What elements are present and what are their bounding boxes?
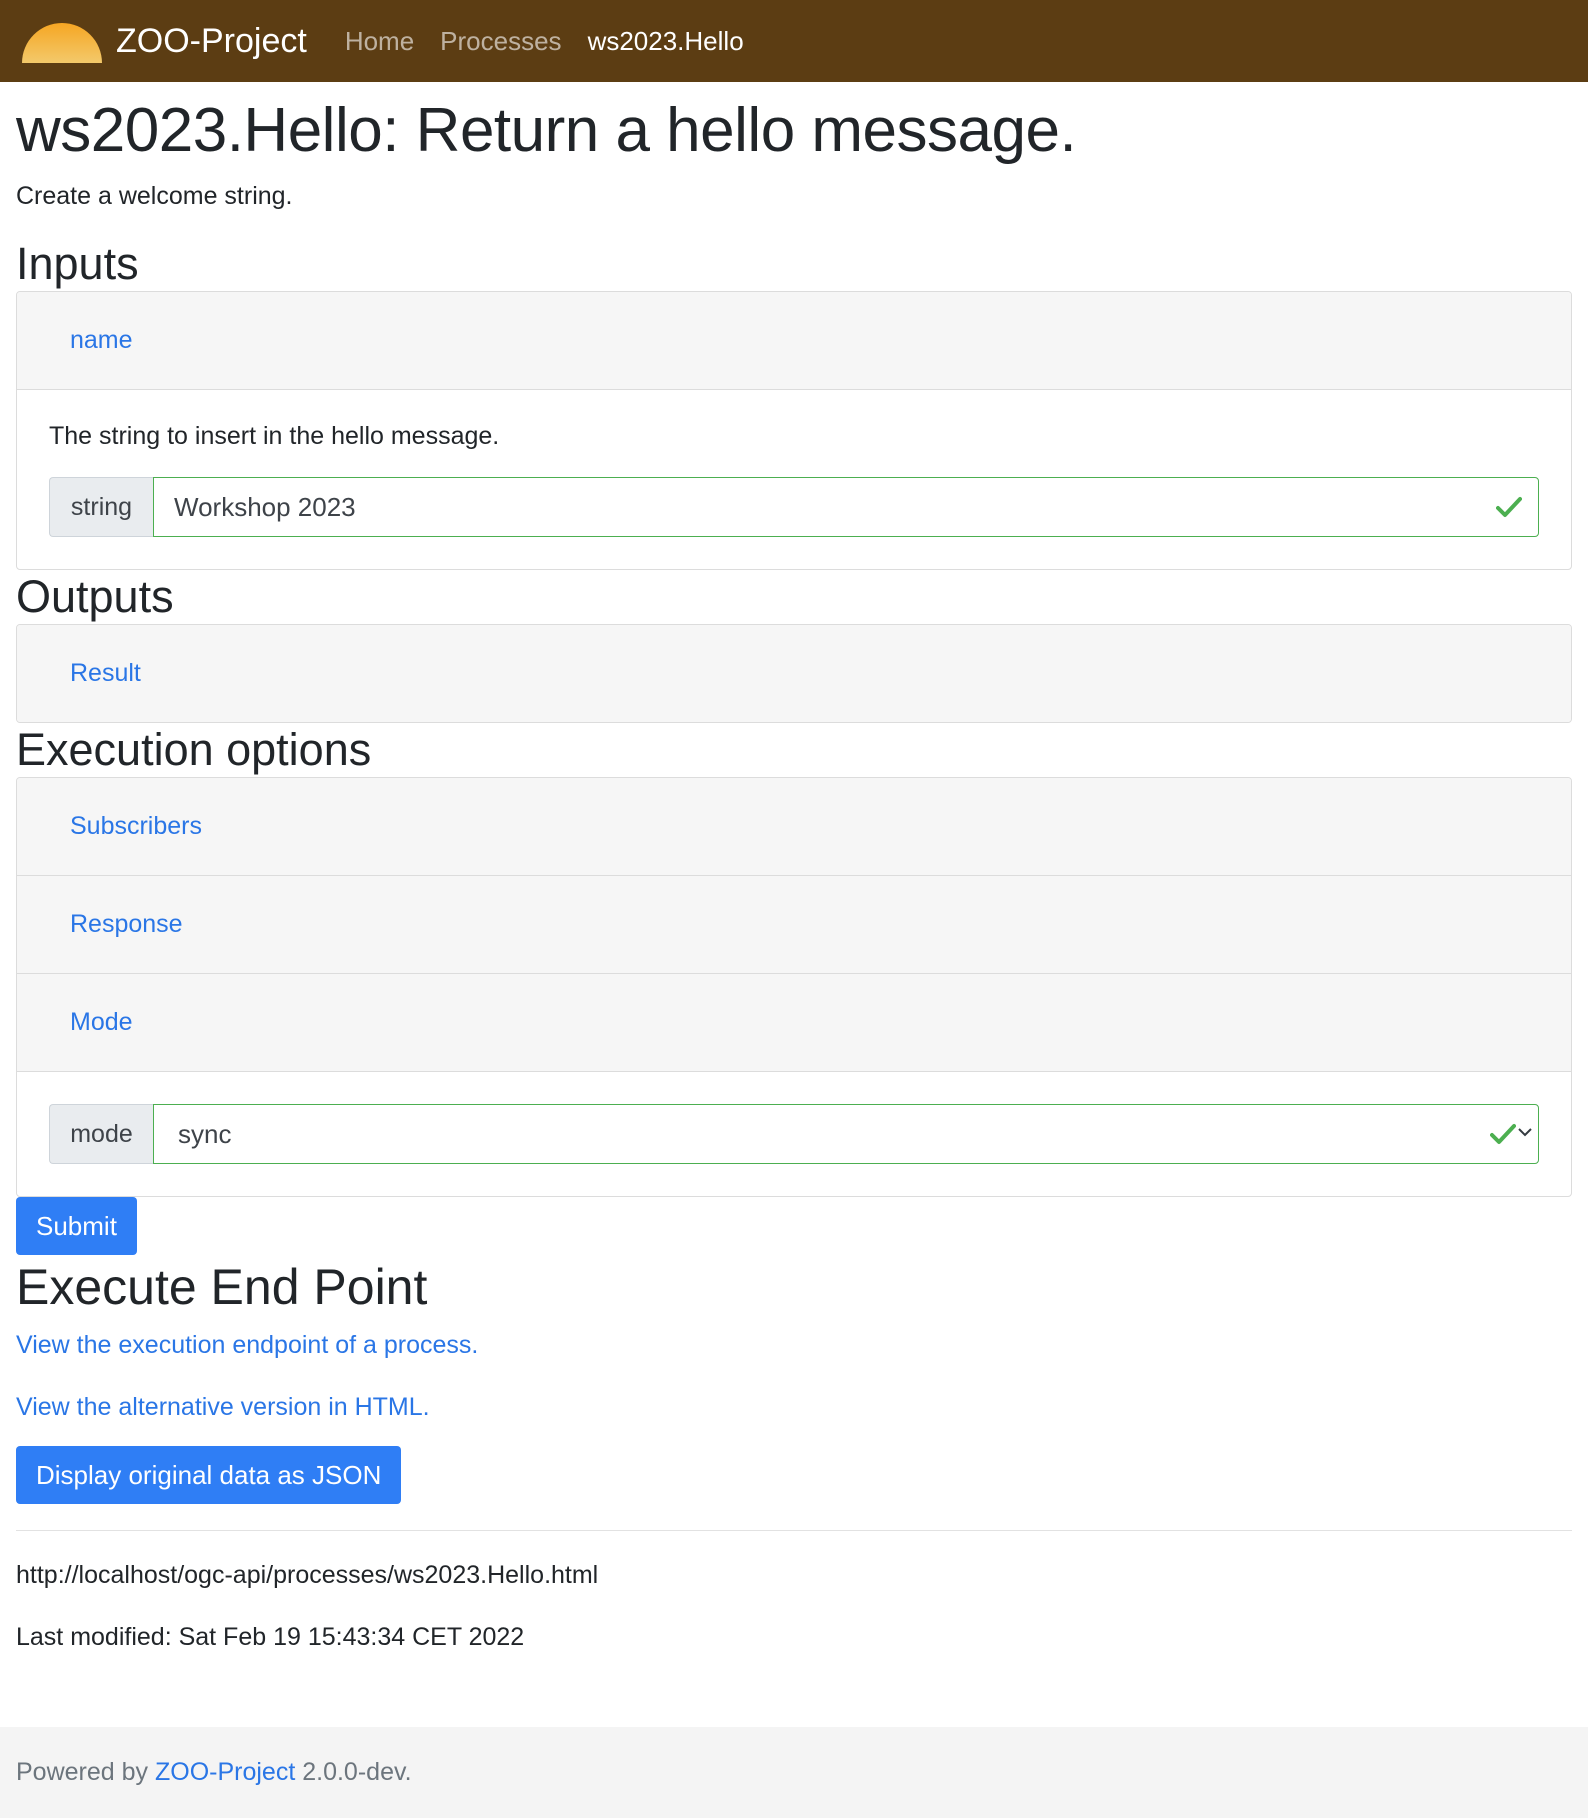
footer-zoo-link[interactable]: ZOO-Project [155, 1758, 295, 1787]
mode-input-group: mode sync [49, 1104, 1539, 1165]
accordion-item-result[interactable]: Result [17, 625, 1571, 723]
execute-endpoint-heading: Execute End Point [16, 1259, 428, 1316]
submit-button[interactable]: Submit [16, 1197, 137, 1256]
accordion-body-mode: mode sync [17, 1071, 1571, 1196]
page-description: Create a welcome string. [16, 182, 293, 211]
footer-version: 2.0.0-dev. [302, 1758, 412, 1786]
nav-processes-link[interactable]: Processes [440, 26, 561, 57]
main-content: ws2023.Hello: Return a hello message. Cr… [0, 94, 1588, 1652]
accordion-item-name[interactable]: name [17, 292, 1571, 390]
accordion-item-subscribers[interactable]: Subscribers [17, 778, 1571, 876]
nav-home-link[interactable]: Home [345, 26, 414, 57]
display-json-button[interactable]: Display original data as JSON [16, 1446, 402, 1505]
footer: Powered by ZOO-Project 2.0.0-dev. [0, 1727, 1588, 1818]
inputs-accordion: name The string to insert in the hello m… [16, 291, 1572, 571]
execution-accordion: Subscribers Response Mode mode sync [16, 777, 1572, 1198]
mode-select[interactable]: sync [153, 1104, 1539, 1165]
top-navbar: ZOO-Project Home Processes ws2023.Hello [0, 0, 1588, 82]
accordion-body-name: The string to insert in the hello messag… [17, 389, 1571, 569]
nav-current-process-link[interactable]: ws2023.Hello [588, 26, 744, 57]
footer-prefix: Powered by [16, 1758, 149, 1786]
brand-link[interactable]: ZOO-Project [20, 19, 307, 63]
last-modified: Last modified: Sat Feb 19 15:43:34 CET 2… [16, 1623, 525, 1652]
field-description: The string to insert in the hello messag… [49, 422, 500, 451]
name-input-group: string Workshop 2023 [49, 477, 1539, 538]
accordion-item-response[interactable]: Response [17, 875, 1571, 974]
chevron-down-icon [1518, 1128, 1532, 1137]
brand-name: ZOO-Project [116, 21, 307, 60]
page-title: ws2023.Hello: Return a hello message. [16, 96, 1077, 165]
zoo-logo-icon [22, 23, 102, 63]
html-version-link[interactable]: View the alternative version in HTML. [16, 1393, 1572, 1422]
input-type-label: string [49, 477, 153, 538]
name-input[interactable]: Workshop 2023 [153, 477, 1539, 538]
accordion-item-mode[interactable]: Mode [17, 973, 1571, 1072]
valid-check-icon [1496, 497, 1522, 518]
mode-label: mode [49, 1104, 153, 1165]
outputs-heading: Outputs [16, 571, 174, 623]
execution-endpoint-link[interactable]: View the execution endpoint of a process… [16, 1331, 1572, 1360]
outputs-accordion: Result [16, 624, 1572, 724]
page-url: http://localhost/ogc-api/processes/ws202… [16, 1561, 599, 1590]
name-input-value: Workshop 2023 [174, 491, 356, 522]
mode-select-value: sync [178, 1118, 232, 1149]
inputs-heading: Inputs [16, 238, 139, 290]
valid-check-icon [1490, 1124, 1516, 1145]
execution-options-heading: Execution options [16, 724, 372, 776]
divider [16, 1530, 1572, 1532]
